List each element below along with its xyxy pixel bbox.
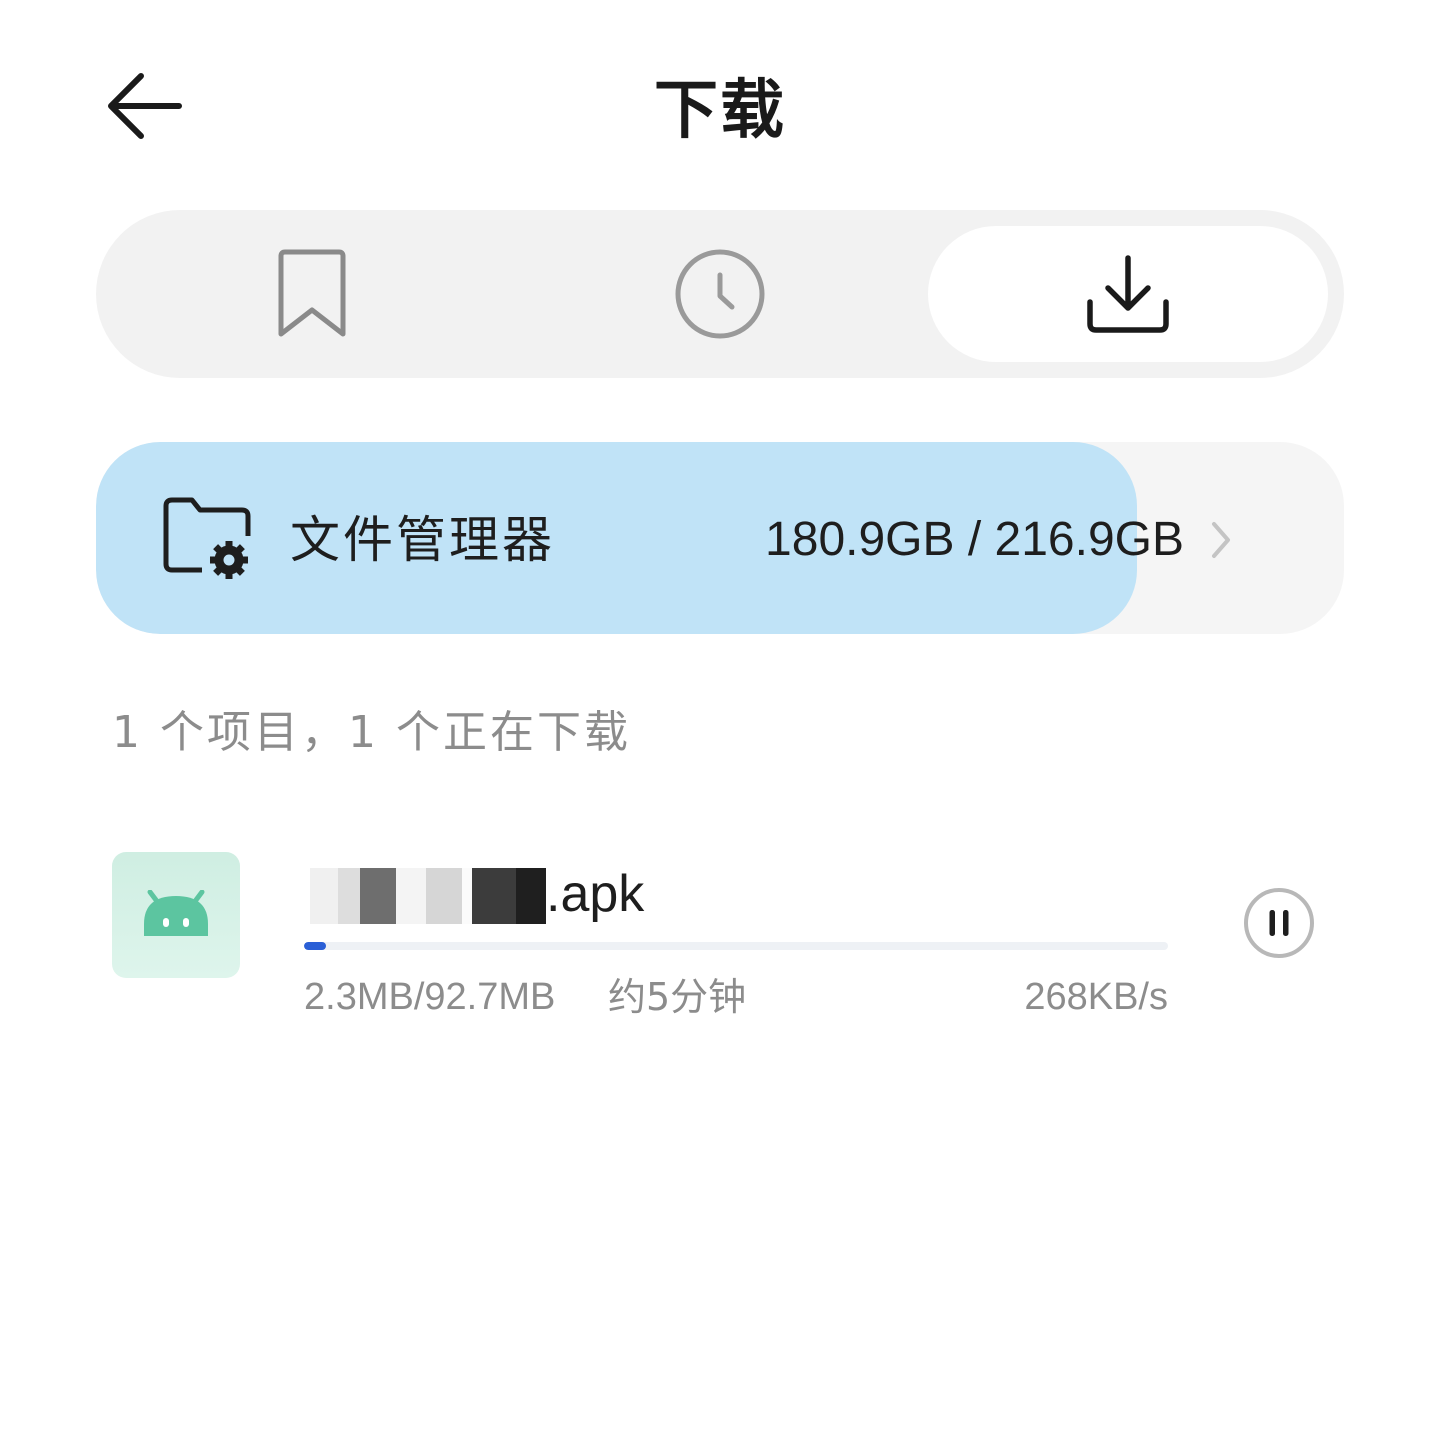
storage-label: 文件管理器 bbox=[290, 511, 555, 569]
android-icon bbox=[144, 890, 208, 936]
clock-icon bbox=[675, 249, 765, 339]
download-eta: 约5分钟 bbox=[608, 975, 747, 1019]
tab-bar bbox=[96, 210, 1344, 378]
download-item[interactable]: .apk 2.3MB/92.7MB 约5分钟 268KB/s bbox=[96, 832, 1344, 1032]
page-title: 下载 bbox=[654, 74, 786, 148]
downloads-screen: 下载 文件管理器 180.9GB / 216.9GB 1 个项目，1 个正在下载… bbox=[0, 0, 1440, 1450]
tab-history[interactable] bbox=[520, 226, 920, 362]
download-file-name: .apk bbox=[546, 865, 645, 923]
tab-bookmarks[interactable] bbox=[112, 226, 512, 362]
download-size-progress: 2.3MB/92.7MB bbox=[304, 976, 556, 1018]
download-speed: 268KB/s bbox=[1024, 976, 1168, 1018]
file-manager-storage[interactable]: 文件管理器 180.9GB / 216.9GB bbox=[96, 442, 1344, 634]
download-progress-bar bbox=[304, 942, 1168, 950]
back-button[interactable] bbox=[96, 62, 192, 150]
tab-downloads[interactable] bbox=[928, 226, 1328, 362]
pause-button[interactable] bbox=[1242, 886, 1316, 960]
redacted-filename-mosaic bbox=[310, 868, 546, 924]
download-icon bbox=[1087, 255, 1169, 333]
download-progress-fill bbox=[304, 942, 326, 950]
chevron-right-icon bbox=[1212, 522, 1230, 558]
folder-settings-icon bbox=[163, 497, 251, 579]
pause-icon bbox=[1244, 888, 1314, 958]
arrow-left-icon bbox=[108, 73, 182, 139]
storage-usage-text: 180.9GB / 216.9GB bbox=[765, 513, 1184, 566]
apk-file-thumbnail bbox=[112, 852, 240, 978]
download-summary: 1 个项目，1 个正在下载 bbox=[112, 707, 631, 758]
bookmark-icon bbox=[278, 249, 346, 337]
